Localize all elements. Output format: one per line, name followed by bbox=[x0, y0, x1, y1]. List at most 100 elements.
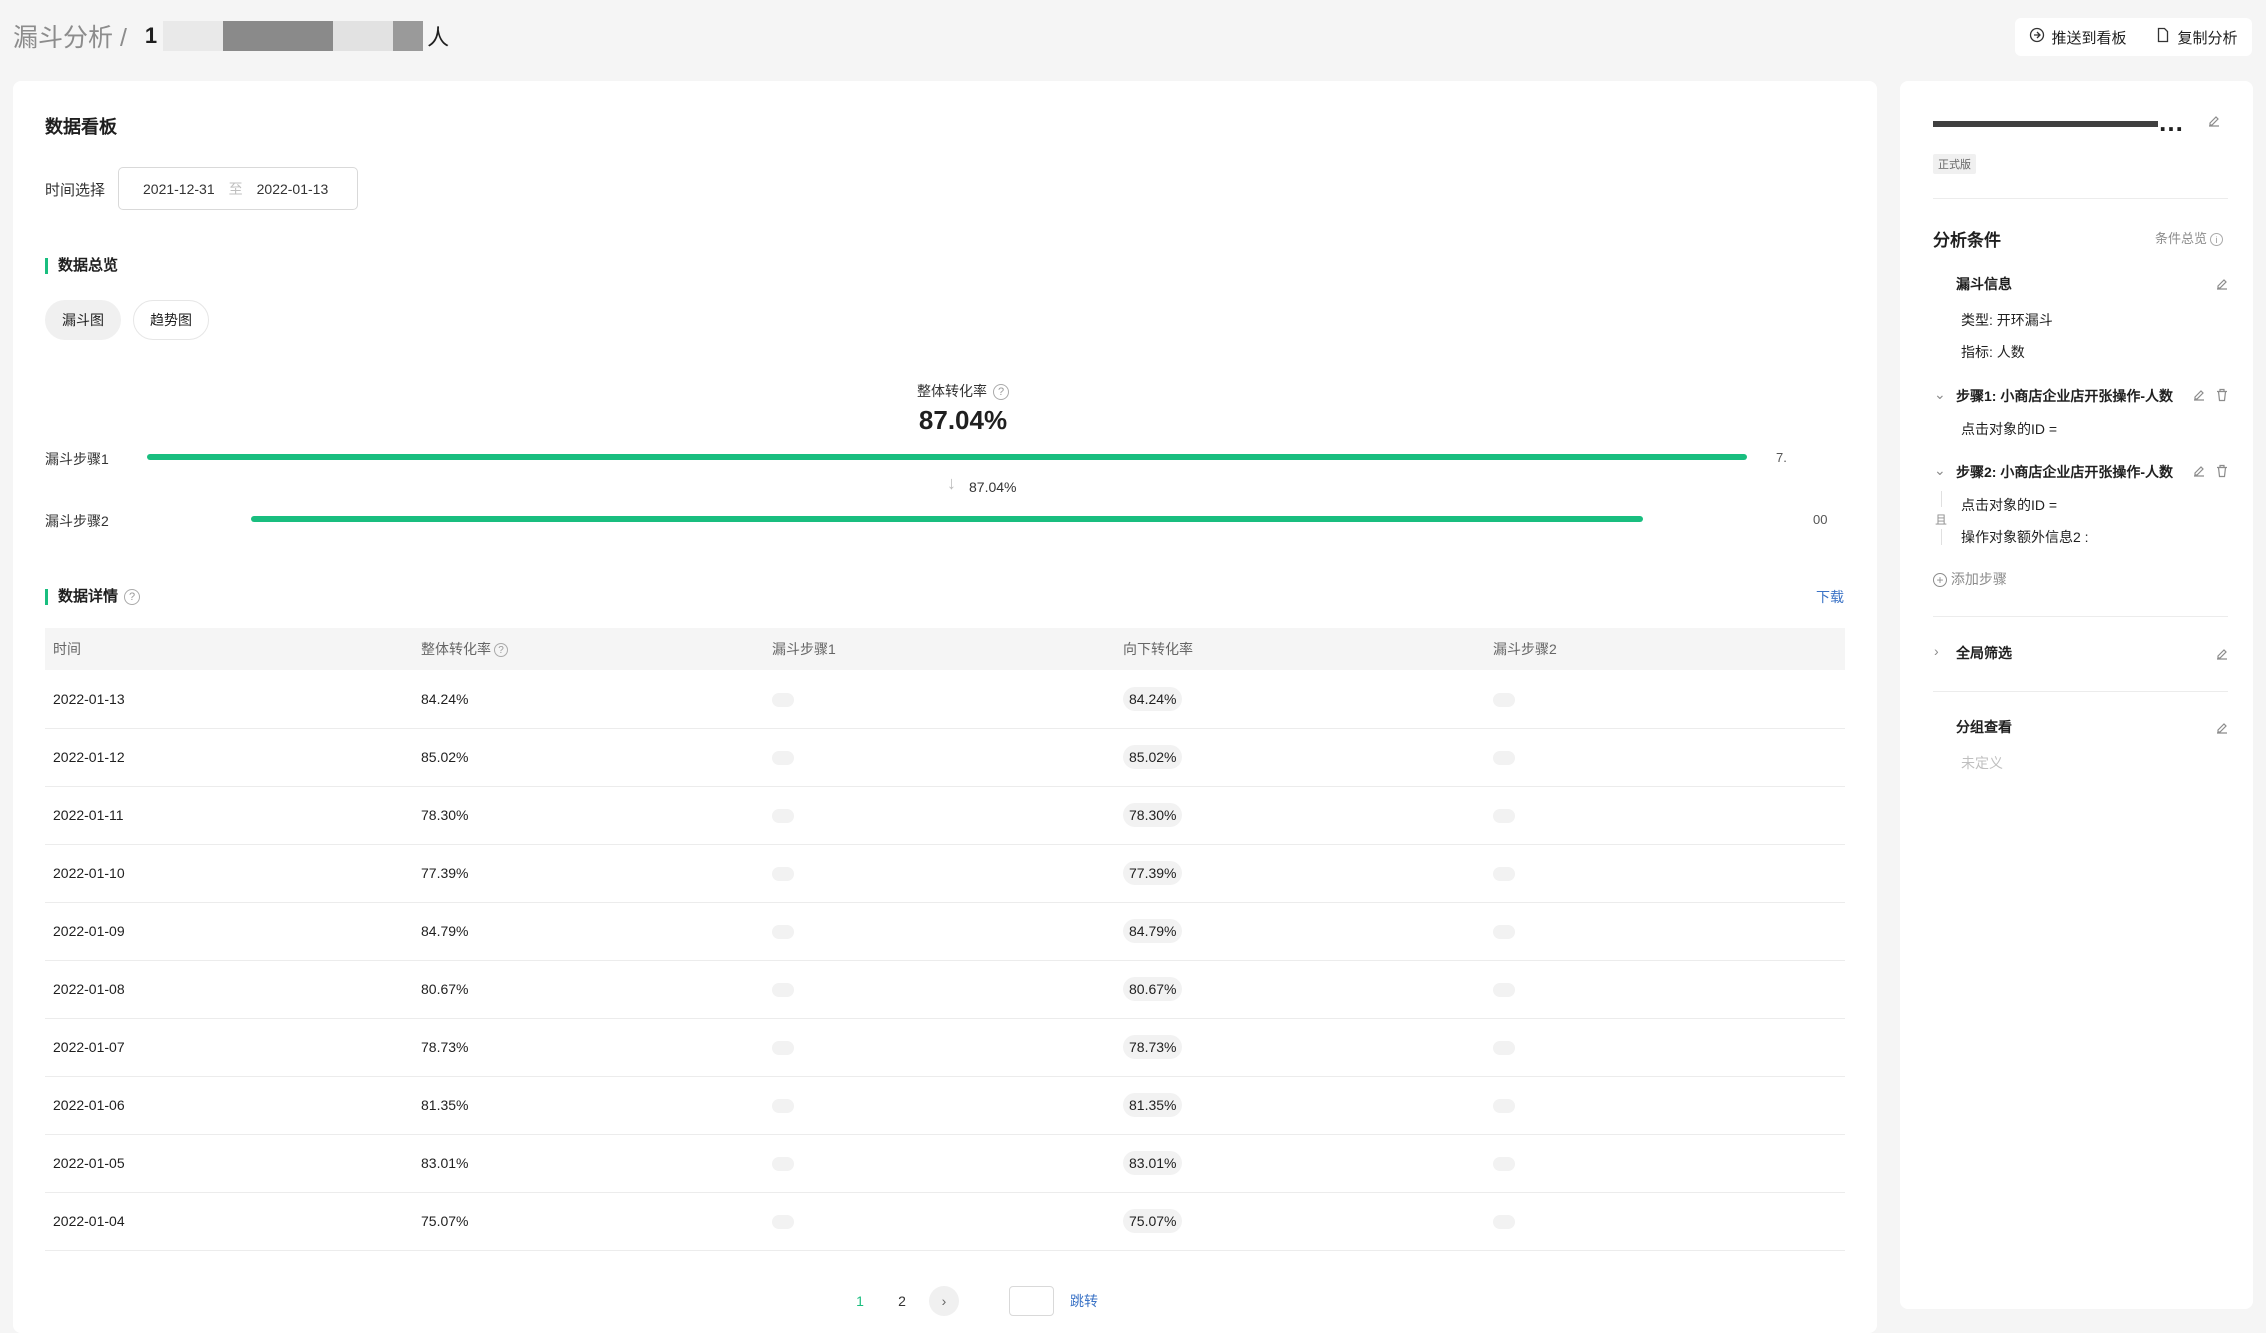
redacted-value bbox=[772, 1215, 794, 1230]
chevron-down-icon[interactable]: ⌄ bbox=[1934, 462, 1946, 479]
cell-down-rate: 78.30% bbox=[1115, 786, 1485, 845]
edit-icon[interactable] bbox=[2207, 114, 2221, 128]
divider bbox=[1933, 616, 2228, 617]
tab-funnel[interactable]: 漏斗图 bbox=[45, 300, 121, 340]
help-icon[interactable]: ? bbox=[124, 589, 141, 606]
add-step-button[interactable]: + 添加步骤 bbox=[1933, 569, 2007, 589]
trash-icon[interactable] bbox=[2215, 388, 2229, 402]
download-link[interactable]: 下载 bbox=[1816, 587, 1844, 607]
funnel-step1-value: 7. bbox=[1776, 450, 1787, 465]
redacted-value bbox=[772, 692, 794, 707]
chevron-down-icon[interactable]: ⌄ bbox=[1934, 386, 1946, 403]
cell-overall-rate: 85.02% bbox=[413, 728, 764, 787]
cell-overall-rate: 84.79% bbox=[413, 902, 764, 961]
cell-step2-value bbox=[1485, 902, 1845, 961]
table-row: 2022-01-11 78.30% 78.30% bbox=[45, 786, 1845, 845]
cell-step2-value bbox=[1485, 960, 1845, 1019]
redacted-value bbox=[1493, 1215, 1515, 1230]
group-view-title: 分组查看 bbox=[1956, 719, 2012, 735]
redaction-block bbox=[223, 21, 334, 51]
funnel-type: 类型: 开环漏斗 bbox=[1961, 312, 2053, 328]
push-to-board-label: 推送到看板 bbox=[2051, 29, 2127, 47]
and-connector bbox=[1941, 491, 1942, 507]
redacted-value bbox=[772, 809, 794, 824]
and-connector bbox=[1941, 529, 1942, 545]
step2-title: 步骤2: 小商店企业店开张操作-人数 bbox=[1956, 464, 2173, 480]
cell-step1-value bbox=[764, 1076, 1115, 1135]
chevron-right-icon[interactable]: › bbox=[1934, 643, 1939, 659]
cell-date: 2022-01-07 bbox=[45, 1018, 413, 1077]
redacted-value bbox=[1493, 1041, 1515, 1056]
data-table: 时间 整体转化率? 漏斗步骤1 向下转化率 漏斗步骤2 2022-01-13 84… bbox=[45, 628, 1845, 1251]
cell-date: 2022-01-12 bbox=[45, 728, 413, 787]
redacted-value bbox=[1493, 809, 1515, 824]
date-end[interactable]: 2022-01-13 bbox=[257, 181, 329, 197]
dashboard-panel: 数据看板 时间选择 2021-12-31 至 2022-01-13 数据总览 漏… bbox=[13, 81, 1877, 1333]
page-2[interactable]: 2 bbox=[881, 1293, 923, 1309]
rate-pill: 80.67% bbox=[1123, 977, 1183, 1001]
cell-down-rate: 78.73% bbox=[1115, 1018, 1485, 1077]
cell-step2-value bbox=[1485, 1018, 1845, 1077]
rate-pill: 84.79% bbox=[1123, 919, 1183, 943]
breadcrumb-root[interactable]: 漏斗分析 / bbox=[13, 18, 127, 54]
cell-down-rate: 77.39% bbox=[1115, 844, 1485, 903]
cell-step2-value bbox=[1485, 1076, 1845, 1135]
redacted-value bbox=[772, 983, 794, 998]
cell-overall-rate: 78.30% bbox=[413, 786, 764, 845]
add-step-label: 添加步骤 bbox=[1950, 571, 2007, 587]
edit-icon[interactable] bbox=[2192, 464, 2206, 478]
push-icon bbox=[2029, 27, 2045, 47]
redacted-value bbox=[1493, 1157, 1515, 1172]
table-row: 2022-01-13 84.24% 84.24% bbox=[45, 670, 1845, 729]
help-icon[interactable]: ? bbox=[993, 384, 1009, 401]
copy-analysis-label: 复制分析 bbox=[2177, 29, 2238, 47]
cell-step1-value bbox=[764, 1192, 1115, 1251]
cell-overall-rate: 75.07% bbox=[413, 1192, 764, 1251]
next-page-button[interactable]: › bbox=[929, 1286, 959, 1316]
version-badge: 正式版 bbox=[1933, 154, 1976, 174]
page-jump-button[interactable]: 跳转 bbox=[1070, 1291, 1098, 1311]
edit-icon[interactable] bbox=[2192, 388, 2206, 402]
redaction-block bbox=[163, 21, 224, 51]
cell-down-rate: 81.35% bbox=[1115, 1076, 1485, 1135]
overall-conversion-value: 87.04% bbox=[918, 405, 1008, 435]
rate-pill: 77.39% bbox=[1123, 861, 1183, 885]
funnel-step1-bar[interactable] bbox=[147, 454, 1747, 460]
funnel-step2-bar[interactable] bbox=[251, 516, 1643, 522]
push-to-board-button[interactable]: 推送到看板 bbox=[2029, 27, 2127, 48]
cell-step1-value bbox=[764, 1018, 1115, 1077]
page-jump-input[interactable] bbox=[1009, 1286, 1054, 1316]
breadcrumb: 漏斗分析 / 1 人 bbox=[13, 16, 449, 56]
redacted-value bbox=[1493, 692, 1515, 707]
cell-overall-rate: 78.73% bbox=[413, 1018, 764, 1077]
date-start[interactable]: 2021-12-31 bbox=[143, 181, 215, 197]
date-separator: 至 bbox=[228, 180, 243, 197]
redaction-block bbox=[333, 21, 394, 51]
and-label: 且 bbox=[1935, 513, 1948, 527]
cell-step1-value bbox=[764, 1134, 1115, 1193]
pagination: 1 2 › 跳转 bbox=[839, 1286, 1098, 1316]
tab-trend[interactable]: 趋势图 bbox=[133, 300, 209, 340]
table-row: 2022-01-12 85.02% 85.02% bbox=[45, 728, 1845, 787]
rate-pill: 84.24% bbox=[1123, 686, 1183, 711]
copy-analysis-button[interactable]: 复制分析 bbox=[2155, 27, 2238, 48]
cell-date: 2022-01-04 bbox=[45, 1192, 413, 1251]
overall-conversion-label: 整体转化率? bbox=[893, 381, 1033, 401]
edit-icon[interactable] bbox=[2215, 277, 2229, 291]
cell-down-rate: 84.79% bbox=[1115, 902, 1485, 961]
page-1[interactable]: 1 bbox=[839, 1293, 881, 1309]
cell-down-rate: 85.02% bbox=[1115, 728, 1485, 787]
overview-section-title: 数据总览 bbox=[45, 258, 118, 274]
step2-condition-2: 操作对象额外信息2 : bbox=[1961, 529, 2089, 545]
edit-icon[interactable] bbox=[2215, 647, 2229, 661]
date-range-picker[interactable]: 2021-12-31 至 2022-01-13 bbox=[118, 167, 358, 210]
step1-title: 步骤1: 小商店企业店开张操作-人数 bbox=[1956, 388, 2173, 404]
help-icon[interactable]: ? bbox=[494, 643, 508, 658]
trash-icon[interactable] bbox=[2215, 464, 2229, 478]
cell-date: 2022-01-06 bbox=[45, 1076, 413, 1135]
redacted-title bbox=[1933, 121, 2158, 128]
cell-overall-rate: 77.39% bbox=[413, 844, 764, 903]
edit-icon[interactable] bbox=[2215, 721, 2229, 735]
cell-step1-value bbox=[764, 960, 1115, 1019]
conditions-overview-link[interactable]: 条件总览 i bbox=[2155, 228, 2224, 247]
